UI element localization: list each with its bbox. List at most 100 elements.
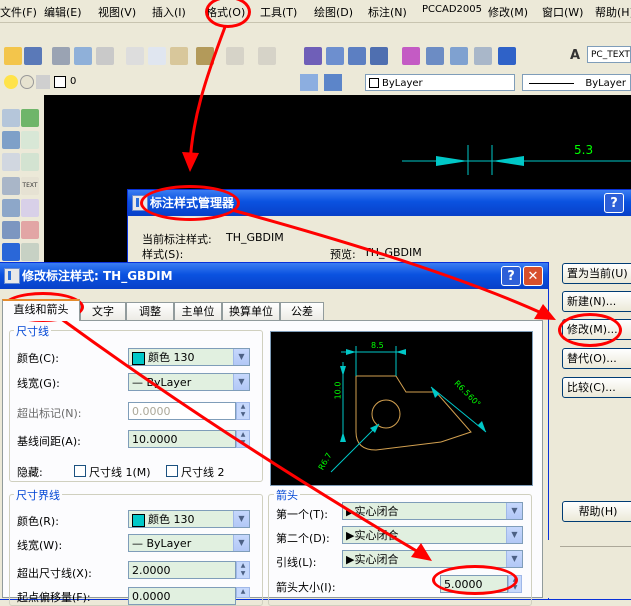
redo-icon[interactable] [258,47,276,65]
copy-icon[interactable] [148,47,166,65]
match-properties-icon[interactable] [196,47,214,65]
extline-beyond-input[interactable]: 2.0000 [128,561,236,579]
arrow-first-select[interactable]: ▶实心闭合 ▼ [342,502,523,520]
color-combo[interactable]: ByLayer [365,74,515,91]
new-style-button[interactable]: 新建(N)... [562,291,631,312]
menu-pccad[interactable]: PCCAD2005 [422,4,482,15]
extline-color-select[interactable]: 颜色 130 ▼ [128,510,250,528]
divider [560,546,631,547]
chevron-down-icon[interactable]: ▼ [233,349,249,365]
manager-titlebar[interactable]: 标注样式管理器 [128,190,631,216]
dimline-extend-input[interactable]: 0.0000 [128,402,236,420]
paste-icon[interactable] [170,47,188,65]
region-tool-icon[interactable] [21,221,39,239]
print-icon[interactable] [52,47,70,65]
save-icon[interactable] [24,47,42,65]
close-icon[interactable]: ✕ [523,266,543,286]
lock-icon[interactable] [36,75,50,89]
dimline-baseline-spinner[interactable]: ▲ ▼ [236,430,250,448]
preview-icon[interactable] [74,47,92,65]
menu-insert[interactable]: 插入(I) [152,4,186,20]
arrow-size-spinner[interactable]: ▲ ▼ [508,575,522,593]
tab-lines-arrows[interactable]: 直线和箭头 [2,299,80,321]
chevron-down-icon[interactable]: ▼ [233,511,249,527]
manager-help-icon[interactable]: ? [604,193,624,213]
text-style-icon[interactable]: A [566,47,584,65]
chevron-down-icon[interactable]: ▼ [233,374,249,390]
pan-icon[interactable] [304,47,322,65]
mirror-tool-icon[interactable] [2,153,20,171]
chevron-down-icon[interactable]: ▼ [506,551,522,567]
offset-tool-icon[interactable] [2,177,20,195]
rectangle-tool-icon[interactable] [21,153,39,171]
new-icon[interactable] [4,47,22,65]
make-current-layer-icon[interactable] [300,74,318,91]
modify-help-icon[interactable]: ? [501,266,521,286]
menu-modify[interactable]: 修改(M) [488,4,528,20]
menu-dimension[interactable]: 标注(N) [368,4,407,20]
manager-help-button[interactable]: 帮助(H) [562,501,631,522]
suppress-dimline2-checkbox[interactable] [166,465,178,477]
cut-icon[interactable] [126,47,144,65]
menu-view[interactable]: 视图(V) [98,4,136,20]
dimline-linewidth-select[interactable]: — ByLayer ▼ [128,373,250,391]
chevron-down-icon[interactable]: ▼ [506,503,522,519]
extline-offset-spinner[interactable]: ▲ [236,587,250,598]
markup-icon[interactable] [474,47,492,65]
undo-icon[interactable] [226,47,244,65]
linetype-combo[interactable]: ByLayer [522,74,631,91]
help-icon[interactable] [498,47,516,65]
tab-alternate-units[interactable]: 换算单位 [222,302,280,320]
arrow-size-input[interactable]: 5.0000 [440,575,508,593]
tab-primary-units[interactable]: 主单位 [174,302,222,320]
layer-name[interactable]: 0 [70,76,76,87]
dimline-baseline-input[interactable]: 10.0000 [128,430,236,448]
extline-beyond-spinner[interactable]: ▲ ▼ [236,561,250,579]
tab-tolerances[interactable]: 公差 [280,302,324,320]
chevron-down-icon[interactable]: ▼ [506,527,522,543]
zoom-realtime-icon[interactable] [326,47,344,65]
tab-text[interactable]: 文字 [80,302,126,320]
array-tool-icon[interactable] [2,199,20,217]
menu-draw[interactable]: 绘图(D) [314,4,353,20]
suppress-dimline1-checkbox[interactable] [74,465,86,477]
publish-icon[interactable] [96,47,114,65]
sun-icon[interactable] [20,75,34,89]
arrow-leader-select[interactable]: ▶实心闭合 ▼ [342,550,523,568]
text-style-combo[interactable]: PC_TEXTS [587,46,631,63]
hatch-tool-icon[interactable] [21,243,39,261]
polyline-tool-icon[interactable] [21,109,39,127]
text-tool-icon[interactable]: TEXT [21,177,39,195]
move-tool-icon[interactable] [2,221,20,239]
menu-help[interactable]: 帮助(H) [595,4,631,20]
modify-style-button[interactable]: 修改(M)... [562,319,631,340]
menu-tools[interactable]: 工具(T) [260,4,297,20]
erase-tool-icon[interactable] [2,131,20,149]
zoom-previous-icon[interactable] [370,47,388,65]
zoom-window-icon[interactable] [348,47,366,65]
line-tool-icon[interactable] [2,109,20,127]
extline-linewidth-select[interactable]: — ByLayer ▼ [128,534,250,552]
menu-format[interactable]: 格式(O) [206,4,245,20]
chevron-down-icon[interactable]: ▼ [233,535,249,551]
menu-file[interactable]: 文件(F) [0,4,37,20]
override-style-button[interactable]: 替代(O)... [562,348,631,369]
modify-titlebar[interactable]: 修改标注样式: TH_GBDIM [0,263,548,289]
layer-previous-icon[interactable] [324,74,342,91]
rotate-tool-icon[interactable] [2,243,20,261]
tool-palette-icon[interactable] [450,47,468,65]
set-current-button[interactable]: 置为当前(U) [562,263,631,284]
arrow-second-select[interactable]: ▶实心闭合 ▼ [342,526,523,544]
menu-window[interactable]: 窗口(W) [542,4,583,20]
dimline-extend-spinner[interactable]: ▲ ▼ [236,402,250,420]
dimline-color-select[interactable]: 颜色 130 ▼ [128,348,250,366]
spline-tool-icon[interactable] [21,199,39,217]
properties-icon[interactable] [402,47,420,65]
tab-fit[interactable]: 调整 [126,302,174,320]
menu-edit[interactable]: 编辑(E) [44,4,82,20]
bulb-icon[interactable] [4,75,18,89]
extline-offset-input[interactable]: 0.0000 [128,587,236,605]
polygon-tool-icon[interactable] [21,131,39,149]
design-center-icon[interactable] [426,47,444,65]
compare-style-button[interactable]: 比较(C)... [562,377,631,398]
